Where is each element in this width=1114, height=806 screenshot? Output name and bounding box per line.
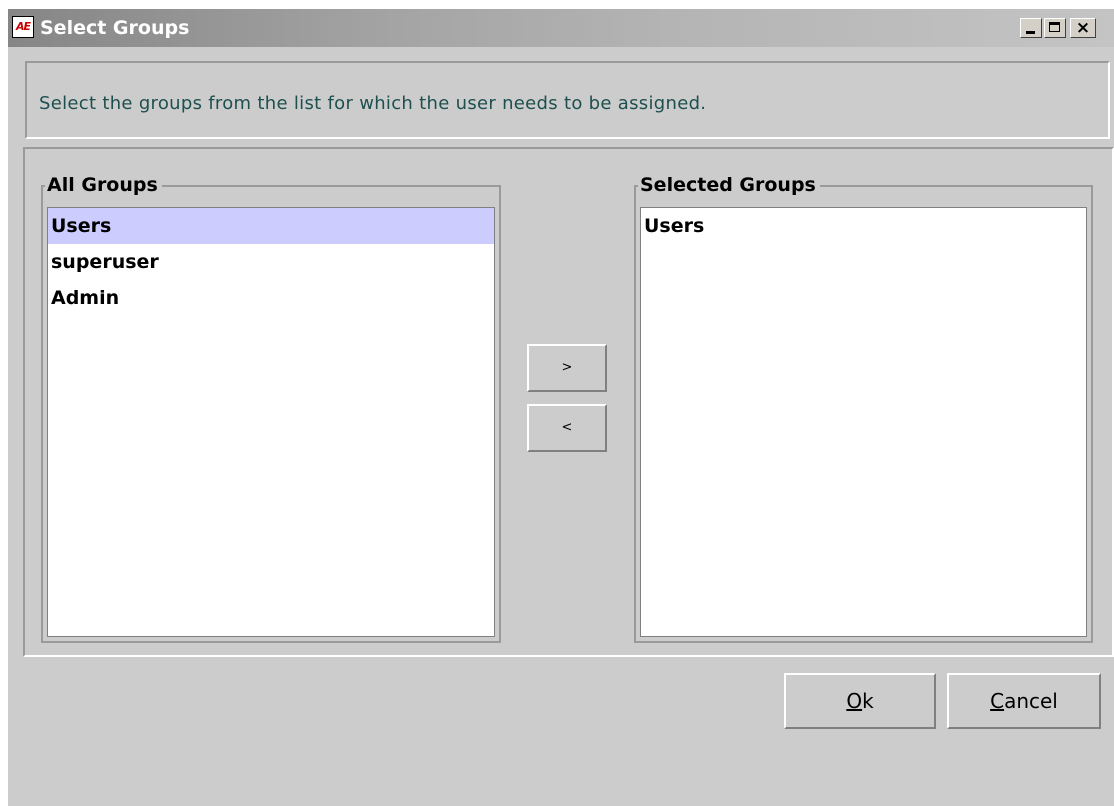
all-groups-list-item[interactable]: Users — [48, 208, 494, 244]
selected-groups-box: Selected Groups Users — [634, 174, 1093, 643]
selected-groups-list[interactable]: Users — [640, 207, 1087, 637]
cancel-label: ancel — [1004, 689, 1058, 713]
remove-group-button[interactable]: < — [527, 404, 607, 452]
cancel-button[interactable]: Cancel — [947, 673, 1101, 729]
add-group-button[interactable]: > — [527, 344, 607, 392]
close-button[interactable]: × — [1070, 18, 1096, 38]
minimize-button[interactable] — [1020, 18, 1042, 38]
all-groups-list-item[interactable]: superuser — [48, 244, 494, 280]
maximize-button[interactable] — [1044, 18, 1066, 38]
selected-groups-label: Selected Groups — [638, 174, 820, 196]
app-icon[interactable]: AE — [12, 16, 34, 38]
ok-button[interactable]: Ok — [784, 673, 936, 729]
selected-groups-list-item[interactable]: Users — [641, 208, 1086, 244]
instruction-text: Select the groups from the list for whic… — [39, 93, 707, 114]
all-groups-list[interactable]: Users superuser Admin — [47, 207, 495, 637]
ok-mnemonic: O — [846, 689, 863, 713]
close-icon: × — [1075, 18, 1091, 38]
group-lists-panel: All Groups Users superuser Admin > < Selec… — [23, 147, 1114, 657]
all-groups-list-item[interactable]: Admin — [48, 280, 494, 316]
window-title: Select Groups — [40, 17, 190, 39]
title-bar[interactable]: AE Select Groups × — [8, 9, 1114, 47]
all-groups-box: All Groups Users superuser Admin — [41, 174, 501, 643]
select-groups-dialog: AE Select Groups × Select the groups fro… — [8, 9, 1114, 806]
cancel-mnemonic: C — [990, 689, 1005, 713]
all-groups-label: All Groups — [45, 174, 162, 196]
instruction-panel: Select the groups from the list for whic… — [25, 61, 1110, 139]
ok-label: k — [862, 689, 874, 713]
app-icon-label: AE — [15, 20, 31, 33]
